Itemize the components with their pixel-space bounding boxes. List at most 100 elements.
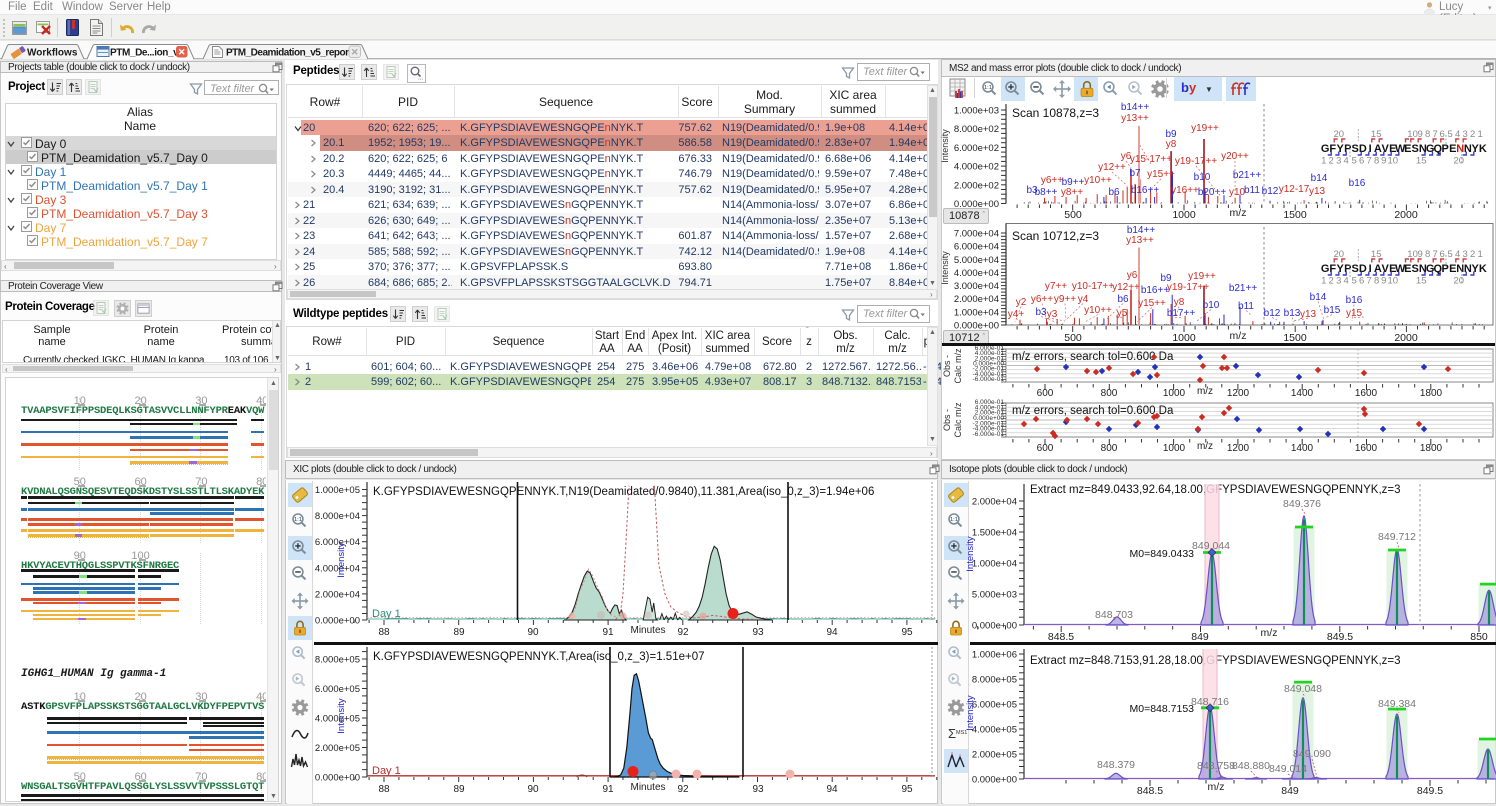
svg-text:849.048: 849.048	[1284, 683, 1322, 695]
svg-text:2.000e+04: 2.000e+04	[315, 589, 360, 600]
svg-text:b16: b16	[1346, 295, 1363, 306]
svg-text:Intensity: Intensity	[965, 695, 976, 731]
svg-text:PTM_De...ion_v5: PTM_De...ion_v5	[110, 48, 184, 59]
svg-text:Day 1: Day 1	[372, 608, 401, 620]
svg-text:y6: y6	[1127, 270, 1138, 281]
svg-text:3: 3	[1336, 156, 1341, 167]
svg-text:y13++: y13++	[1121, 113, 1149, 124]
svg-text:91: 91	[602, 784, 614, 795]
svg-text:E: E	[1404, 263, 1411, 275]
svg-text:0.000e+00: 0.000e+00	[972, 621, 1017, 632]
svg-text:10: 10	[1388, 156, 1399, 167]
svg-text:PTM_Deamidation_v5_report: PTM_Deamidation_v5_report	[226, 48, 352, 59]
svg-text:y12-17: y12-17	[1279, 184, 1310, 195]
svg-text:1800: 1800	[1420, 388, 1443, 399]
svg-text:y12++: y12++	[1112, 282, 1140, 293]
svg-text:1200: 1200	[1227, 443, 1250, 454]
svg-text:92: 92	[677, 784, 689, 795]
svg-text:D: D	[1359, 263, 1367, 275]
svg-text:S: S	[1352, 263, 1359, 275]
svg-text:F: F	[1329, 143, 1336, 155]
svg-text:20: 20	[1454, 276, 1465, 287]
svg-text:500: 500	[1064, 209, 1082, 221]
svg-text:b16++: b16++	[1141, 285, 1170, 296]
svg-text:m/z: m/z	[1230, 207, 1247, 219]
svg-text:m/z errors, search tol=0.600 D: m/z errors, search tol=0.600 Da	[1012, 351, 1174, 363]
svg-text:b20++: b20++	[1198, 187, 1227, 198]
svg-text:6.000e+04: 6.000e+04	[954, 242, 999, 253]
svg-text:1000: 1000	[1163, 388, 1186, 399]
svg-text:y8++: y8++	[1061, 187, 1083, 198]
svg-text:89: 89	[453, 784, 465, 795]
svg-text:849.384: 849.384	[1378, 698, 1416, 710]
svg-text:Minutes: Minutes	[630, 625, 665, 636]
svg-text:Calc m/z: Calc m/z	[953, 348, 963, 384]
svg-text:1800: 1800	[1420, 443, 1443, 454]
svg-text:y4: y4	[1078, 294, 1089, 305]
svg-text:1.000e+04: 1.000e+04	[954, 307, 999, 318]
svg-text:600: 600	[1037, 443, 1054, 454]
svg-text:y16++: y16++	[1171, 185, 1199, 196]
svg-text:1:1: 1:1	[294, 517, 302, 523]
svg-text:6.000e+05: 6.000e+05	[972, 700, 1017, 711]
svg-text:2.000e+04: 2.000e+04	[954, 294, 999, 305]
svg-text:...: ...	[418, 76, 423, 82]
svg-text:m/z errors, search tol=0.600 D: m/z errors, search tol=0.600 Da	[1012, 405, 1174, 417]
svg-text:b16++: b16++	[1131, 185, 1160, 196]
svg-text:10: 10	[1388, 276, 1399, 287]
svg-text:b21++: b21++	[1229, 283, 1258, 294]
svg-text:y20++: y20++	[1221, 151, 1249, 162]
svg-text:P: P	[1442, 263, 1449, 275]
svg-text:1.500e+04: 1.500e+04	[972, 528, 1017, 539]
svg-text:3.000e+04: 3.000e+04	[954, 281, 999, 292]
svg-text:S: S	[1352, 143, 1359, 155]
svg-text:b15: b15	[1324, 305, 1341, 316]
svg-text:b11: b11	[1244, 185, 1260, 196]
svg-text:Scan 10712,z=3: Scan 10712,z=3	[1012, 229, 1099, 243]
svg-text:0.000e+00: 0.000e+00	[972, 775, 1017, 786]
svg-text:0.000e+00: 0.000e+00	[315, 773, 360, 784]
svg-text:G: G	[1321, 263, 1330, 275]
svg-text:y7++: y7++	[1045, 281, 1067, 292]
svg-text:1:1: 1:1	[984, 85, 992, 91]
svg-text:y10: y10	[1229, 187, 1246, 198]
svg-text:1600: 1600	[1355, 388, 1378, 399]
svg-text:8: 8	[1425, 249, 1430, 260]
svg-text:Intensity: Intensity	[336, 542, 347, 578]
svg-text:-6.000e-01: -6.000e-01	[973, 376, 1005, 383]
svg-text:Obs -: Obs -	[942, 409, 952, 431]
svg-text:m/z: m/z	[1261, 627, 1278, 639]
svg-text:y19-17++: y19-17++	[1175, 156, 1217, 167]
svg-text:y13++: y13++	[1126, 235, 1154, 246]
svg-text:4.000e+02: 4.000e+02	[954, 162, 999, 173]
svg-text:6.000e+05: 6.000e+05	[315, 684, 360, 695]
svg-text:848.379: 848.379	[1097, 759, 1135, 771]
svg-text:2: 2	[1470, 249, 1475, 260]
svg-text:y15-17++: y15-17++	[1130, 154, 1172, 165]
svg-text:2.000e+04: 2.000e+04	[972, 497, 1017, 508]
svg-text:y6++: y6++	[1031, 294, 1053, 305]
svg-text:800: 800	[1101, 443, 1118, 454]
svg-text:800: 800	[1101, 388, 1118, 399]
svg-text:1: 1	[1477, 129, 1482, 140]
svg-text:y9++: y9++	[1054, 294, 1076, 305]
svg-text:849: 849	[1281, 785, 1299, 797]
svg-text:2: 2	[1329, 276, 1334, 287]
svg-text:K.GFYPSDIAVEWESNGQPENNYK.T,N19: K.GFYPSDIAVEWESNGQPENNYK.T,N19(Deamidate…	[373, 486, 874, 498]
svg-text:y15++: y15++	[1147, 169, 1175, 180]
svg-text:8: 8	[1374, 276, 1379, 287]
svg-text:848.5: 848.5	[1137, 785, 1163, 797]
svg-text:K: K	[1479, 143, 1487, 155]
svg-text:91: 91	[602, 627, 614, 638]
svg-text:15: 15	[1416, 156, 1427, 167]
svg-text:1.000e+04: 1.000e+04	[972, 559, 1017, 570]
svg-text:y10++: y10++	[1084, 305, 1112, 316]
svg-text:8.000e+02: 8.000e+02	[954, 124, 999, 135]
svg-text:94: 94	[826, 627, 838, 638]
svg-text:b14++: b14++	[1121, 102, 1150, 113]
svg-text:1.000e+05: 1.000e+05	[315, 485, 360, 496]
svg-text:Σ: Σ	[948, 726, 956, 741]
svg-text:8: 8	[1425, 129, 1430, 140]
svg-text:m/z: m/z	[1208, 781, 1225, 793]
svg-text:8.000e+04: 8.000e+04	[315, 511, 360, 522]
